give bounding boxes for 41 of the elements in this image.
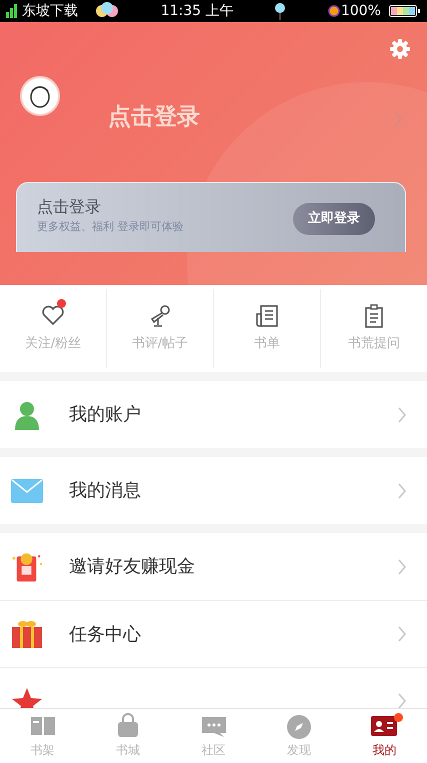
list-icon xyxy=(255,304,279,328)
carrier-name: 东坡下载 xyxy=(22,2,78,20)
shortcut-item[interactable]: 书单 xyxy=(214,289,321,368)
tab-item[interactable]: 书城 xyxy=(85,709,171,763)
chevron-right-icon xyxy=(397,406,407,424)
battery-icon xyxy=(388,5,421,17)
tab-item[interactable]: 我的 xyxy=(342,709,427,763)
star-icon xyxy=(10,686,42,708)
envelope-icon xyxy=(10,478,42,502)
gift-box-icon xyxy=(10,619,42,649)
shortcut-item[interactable]: 关注/粉丝 xyxy=(0,289,107,368)
id-card-icon xyxy=(370,713,398,739)
balloons-icon xyxy=(94,2,120,20)
menu-item[interactable]: 我的消息 xyxy=(0,457,427,524)
mic-icon xyxy=(148,304,172,328)
login-prompt[interactable]: 点击登录 xyxy=(108,100,393,134)
battery-level: 100% xyxy=(340,2,381,20)
heart-icon xyxy=(41,304,65,328)
login-button[interactable]: 立即登录 xyxy=(293,203,375,234)
settings-icon[interactable] xyxy=(389,38,411,60)
login-card-title: 点击登录 xyxy=(37,196,102,218)
compass-icon xyxy=(284,713,313,739)
tab-item[interactable]: 社区 xyxy=(170,709,256,763)
avatar[interactable] xyxy=(20,76,60,116)
chevron-right-icon xyxy=(397,625,407,643)
menu-item[interactable]: 任务中心 xyxy=(0,600,427,667)
balloon-icon xyxy=(274,2,286,20)
signal-icon xyxy=(6,4,18,18)
menu-item[interactable]: 我的账户 xyxy=(0,381,427,448)
tab-item[interactable]: 书架 xyxy=(0,709,86,763)
shortcut-item[interactable]: 书荒提问 xyxy=(321,289,427,368)
chevron-right-icon xyxy=(397,692,407,708)
chevron-right-icon xyxy=(397,482,407,500)
shortcut-item[interactable]: 书评/帖子 xyxy=(107,289,214,368)
tab-item[interactable]: 发现 xyxy=(256,709,342,763)
clipboard-icon xyxy=(362,304,386,328)
chevron-right-icon xyxy=(397,558,407,576)
person-icon xyxy=(12,400,40,430)
status-time: 11:35 上午 xyxy=(160,2,234,20)
menu-item[interactable]: 邀请好友赚现金 xyxy=(0,533,427,600)
login-card-subtitle: 更多权益、福利 登录即可体验 xyxy=(37,219,184,235)
